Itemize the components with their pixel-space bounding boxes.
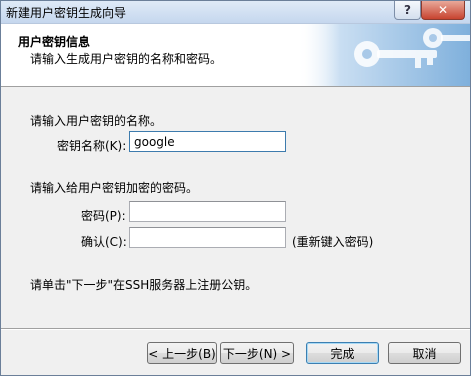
help-button[interactable]: ?: [394, 1, 421, 20]
page-title: 用户密钥信息: [18, 35, 91, 49]
confirm-password-input[interactable]: [129, 227, 286, 248]
finish-button[interactable]: 完成: [306, 342, 379, 364]
footer-divider: [1, 328, 470, 330]
wizard-window: 新建用户密钥生成向导 ? ✕ 用户密钥信息 请输入生成用户密钥的名称和密码。 请…: [0, 0, 471, 376]
keys-icon: [297, 24, 470, 86]
wizard-body: 请输入用户密钥的名称。 密钥名称(K): 请输入给用户密钥加密的密码。 密码(P…: [1, 87, 470, 327]
name-prompt: 请输入用户密钥的名称。: [30, 114, 163, 128]
password-label: 密码(P):: [81, 209, 126, 223]
key-name-input[interactable]: [129, 131, 286, 152]
confirm-hint: (重新键入密码): [292, 235, 374, 249]
register-note: 请单击"下一步"在SSH服务器上注册公钥。: [30, 278, 258, 292]
back-button[interactable]: < 上一步(B): [147, 342, 217, 364]
wizard-header: 用户密钥信息 请输入生成用户密钥的名称和密码。: [1, 24, 470, 87]
page-subtitle: 请输入生成用户密钥的名称和密码。: [30, 52, 223, 66]
close-button[interactable]: ✕: [421, 1, 465, 20]
window-title: 新建用户密钥生成向导: [6, 6, 127, 20]
title-bar[interactable]: 新建用户密钥生成向导 ? ✕: [1, 1, 470, 24]
cancel-button[interactable]: 取消: [388, 342, 461, 364]
confirm-label: 确认(C):: [81, 235, 127, 249]
key-name-label: 密钥名称(K):: [57, 139, 127, 153]
next-button[interactable]: 下一步(N) >: [220, 342, 294, 364]
password-input[interactable]: [129, 201, 286, 222]
password-prompt: 请输入给用户密钥加密的密码。: [30, 181, 199, 195]
